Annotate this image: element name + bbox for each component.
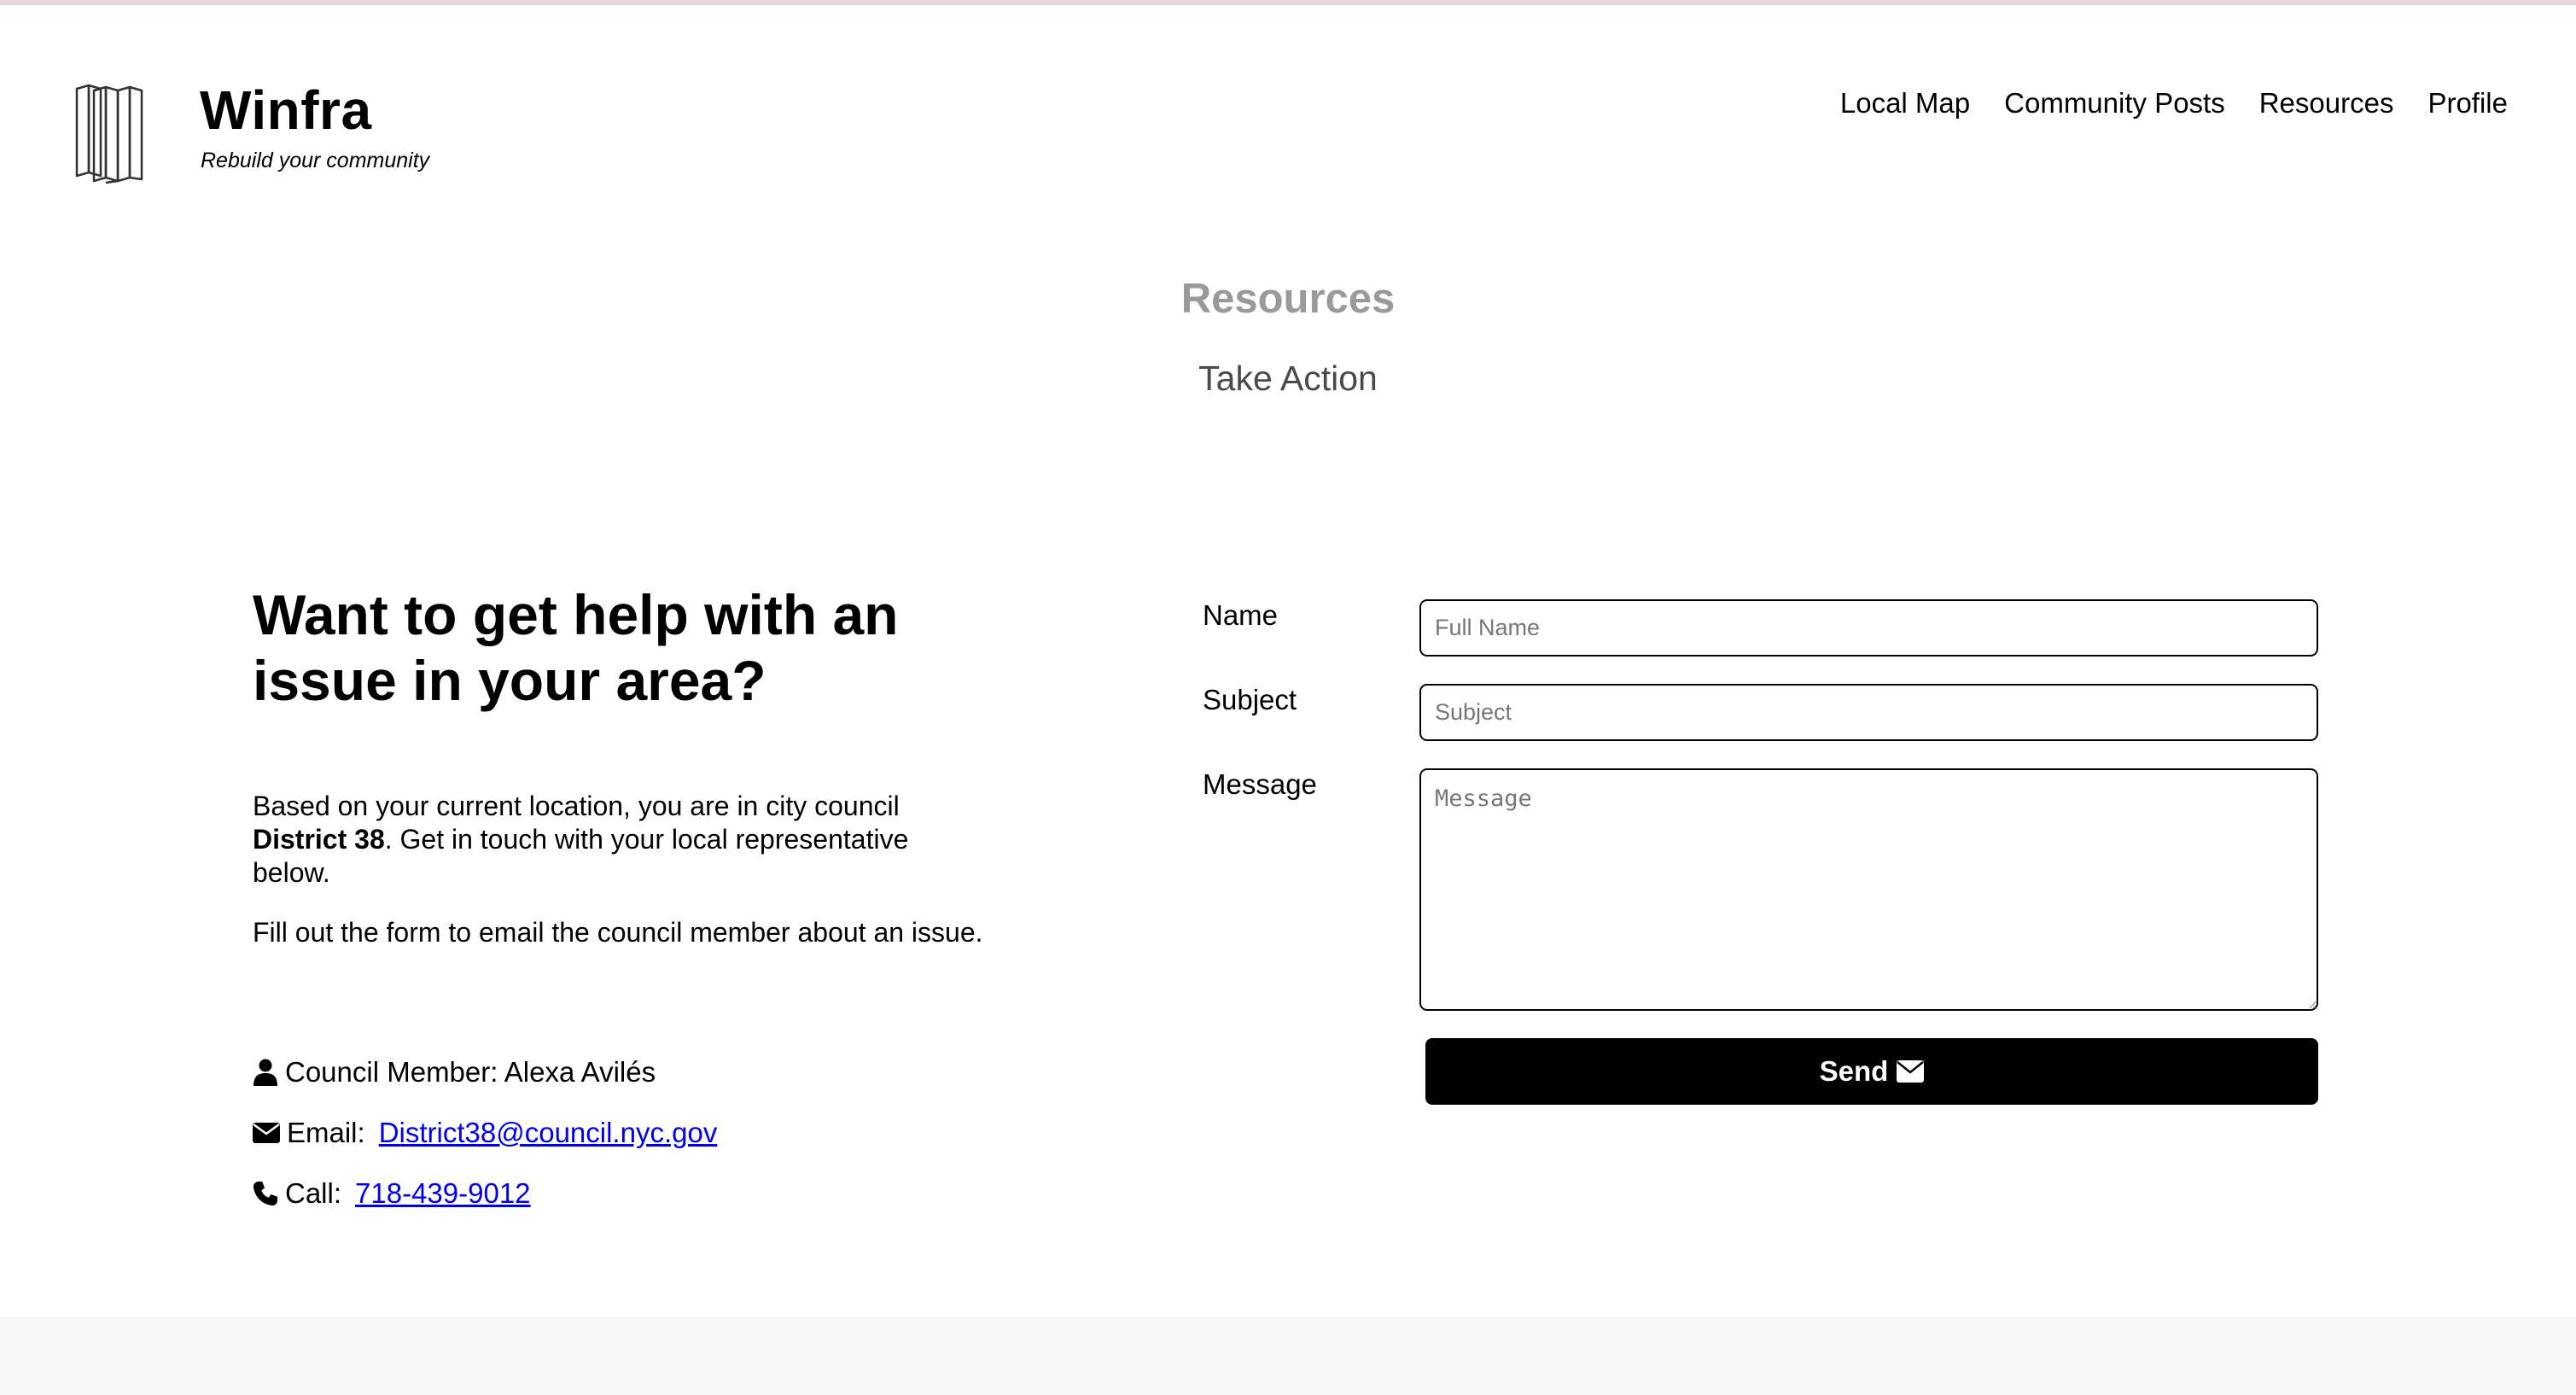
envelope-icon bbox=[253, 1123, 280, 1143]
call-label: Call: bbox=[285, 1177, 342, 1209]
message-label: Message bbox=[1203, 768, 1317, 800]
name-input[interactable] bbox=[1419, 599, 2318, 657]
council-member-text: Council Member: Alexa Avilés bbox=[285, 1056, 656, 1088]
building-columns-icon bbox=[75, 84, 143, 184]
envelope-icon bbox=[1897, 1060, 1925, 1083]
phone-icon bbox=[253, 1181, 278, 1206]
brand-name[interactable]: Winfra bbox=[200, 79, 372, 142]
subject-input[interactable] bbox=[1419, 684, 2318, 741]
page-subtitle: Take Action bbox=[1198, 359, 1378, 398]
form-instructions: Fill out the form to email the council m… bbox=[253, 917, 983, 948]
send-button[interactable]: Send bbox=[1425, 1038, 2318, 1105]
main-nav: Local Map Community Posts Resources Prof… bbox=[1840, 87, 2508, 120]
name-label: Name bbox=[1203, 599, 1279, 631]
council-member-row: Council Member: Alexa Avilés bbox=[253, 1056, 656, 1089]
subject-label: Subject bbox=[1203, 684, 1297, 715]
send-button-label: Send bbox=[1819, 1055, 1889, 1087]
page-title: Resources bbox=[1180, 276, 1396, 322]
nav-item-community-posts[interactable]: Community Posts bbox=[2004, 87, 2225, 120]
phone-link[interactable]: 718-439-9012 bbox=[355, 1177, 531, 1210]
nav-item-resources[interactable]: Resources bbox=[2259, 87, 2394, 120]
email-row: Email: District38@council.nyc.gov bbox=[253, 1117, 717, 1149]
footer bbox=[0, 1316, 2576, 1395]
location-text-before: Based on your current location, you are … bbox=[253, 791, 900, 821]
user-icon bbox=[254, 1059, 277, 1086]
email-label: Email: bbox=[287, 1117, 365, 1148]
location-paragraph: Based on your current location, you are … bbox=[253, 790, 987, 890]
nav-item-local-map[interactable]: Local Map bbox=[1840, 87, 1970, 120]
top-border bbox=[0, 0, 2576, 5]
nav-item-profile[interactable]: Profile bbox=[2427, 87, 2508, 120]
email-link[interactable]: District38@council.nyc.gov bbox=[379, 1117, 718, 1149]
help-heading: Want to get help with an issue in your a… bbox=[253, 583, 899, 712]
brand-tagline: Rebuild your community bbox=[201, 149, 430, 172]
district-name: District 38 bbox=[253, 824, 385, 855]
call-row: Call: 718-439-9012 bbox=[253, 1177, 531, 1210]
message-textarea[interactable] bbox=[1419, 768, 2318, 1011]
